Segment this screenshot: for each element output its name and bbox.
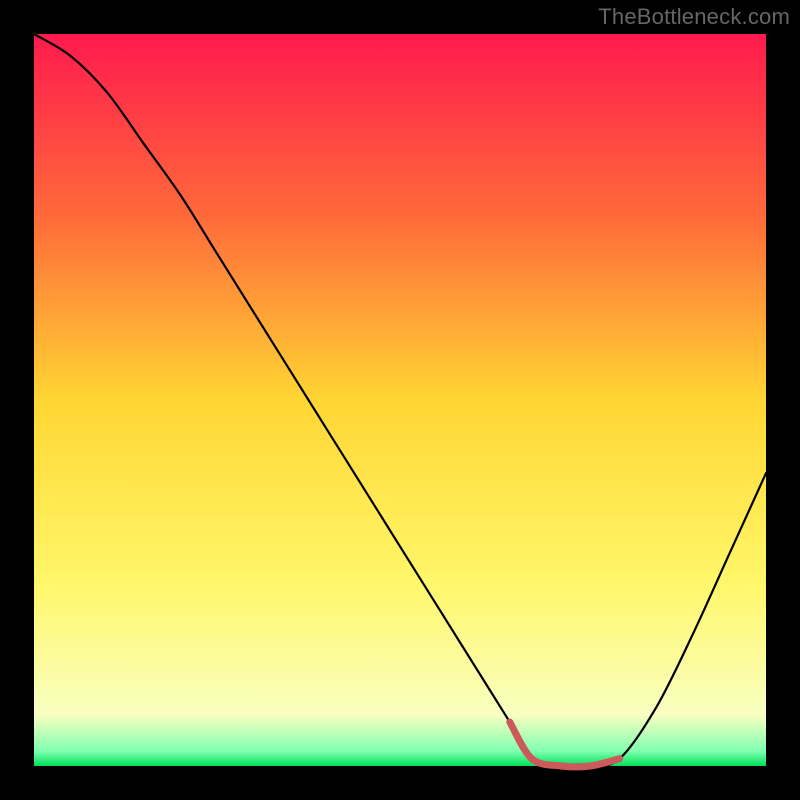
chart-container: TheBottleneck.com	[0, 0, 800, 800]
bottleneck-chart	[0, 0, 800, 800]
attribution-label: TheBottleneck.com	[598, 4, 790, 30]
